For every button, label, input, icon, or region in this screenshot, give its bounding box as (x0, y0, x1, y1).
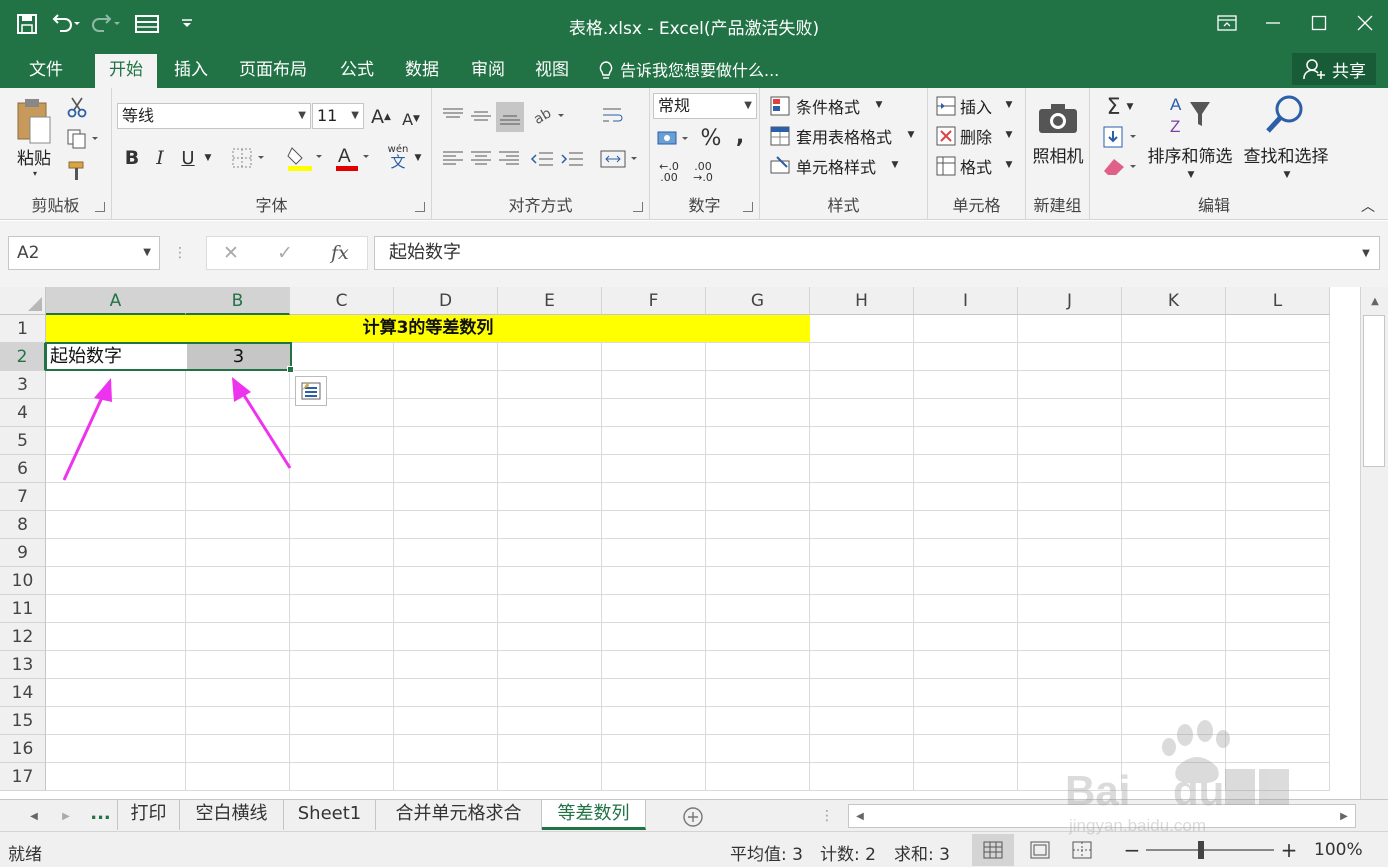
zoom-out-icon[interactable]: − (1122, 838, 1142, 862)
zoom-slider-track[interactable] (1146, 849, 1274, 851)
horizontal-scrollbar[interactable]: ◀ ▶ (848, 804, 1356, 828)
arrow-to-a2 (62, 378, 112, 481)
zoom-level[interactable]: 100% (1314, 840, 1363, 860)
sheet-tab[interactable]: 打印 (118, 800, 180, 830)
sheet-tab[interactable]: Sheet1 (284, 800, 376, 830)
new-sheet-icon[interactable] (680, 804, 706, 830)
sum-status: 求和: 3 (894, 845, 950, 865)
next-sheet-icon[interactable]: ▶ (56, 806, 76, 826)
sheet-tab-bar: ◀ ▶ ... 打印 空白横线 Sheet1 合并单元格求合 等差数列 ⋮ ◀ … (0, 799, 1388, 831)
sheet-tab-active[interactable]: 等差数列 (542, 800, 646, 830)
sheet-tab[interactable]: 空白横线 (180, 800, 284, 830)
arrow-to-b2 (232, 377, 292, 469)
count-status: 计数: 2 (820, 845, 876, 865)
scroll-up-icon[interactable]: ▲ (1365, 291, 1385, 311)
tab-split-grip-icon[interactable]: ⋮ (820, 806, 834, 826)
normal-view-icon[interactable] (972, 834, 1014, 866)
page-layout-view-icon[interactable] (1022, 834, 1058, 866)
zoom-slider-thumb[interactable] (1198, 841, 1204, 859)
scroll-left-icon[interactable]: ◀ (851, 807, 869, 825)
average-status: 平均值: 3 (730, 845, 803, 865)
prev-sheet-icon[interactable]: ◀ (24, 806, 44, 826)
vertical-scrollbar[interactable]: ▲ (1360, 287, 1388, 799)
zoom-in-icon[interactable]: + (1278, 838, 1300, 862)
scroll-thumb[interactable] (1363, 315, 1385, 467)
scroll-right-icon[interactable]: ▶ (1335, 807, 1353, 825)
status-bar: 就绪 平均值: 3 计数: 2 求和: 3 − + 100% (0, 831, 1388, 867)
more-sheets-button[interactable]: ... (84, 800, 118, 830)
sheet-tab[interactable]: 合并单元格求合 (376, 800, 542, 830)
ready-status: 就绪 (8, 845, 42, 865)
annotation-arrows (62, 377, 292, 481)
page-break-view-icon[interactable] (1064, 834, 1100, 866)
